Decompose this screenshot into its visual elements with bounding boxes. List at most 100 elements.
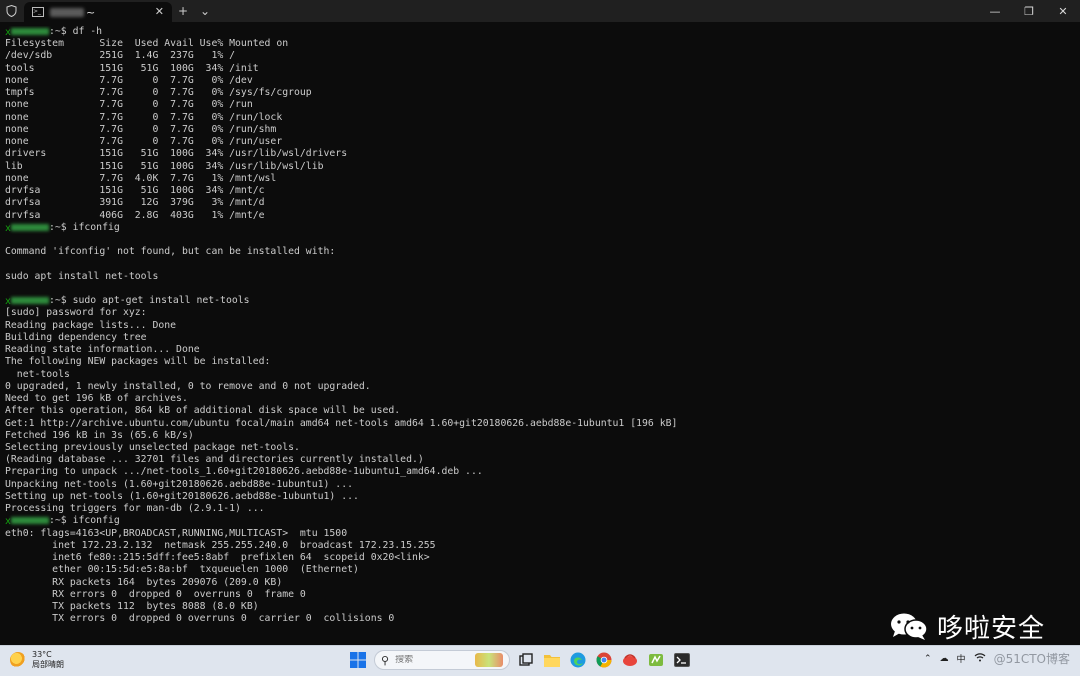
sun-icon [10,652,26,668]
windows-start-icon[interactable] [348,650,368,670]
terminal-output-line: Filesystem Size Used Avail Use% Mounted … [5,38,289,50]
terminal-output-line: none 7.7G 0 7.7G 0% /run/lock [5,111,283,123]
terminal-output-line: Selecting previously unselected package … [5,441,300,453]
terminal-output-line: Need to get 196 kB of archives. [5,393,188,405]
search-icon: ⚲ [381,653,390,667]
terminal-output-line: inet6 fe80::215:5dff:fee5:8abf prefixlen… [5,552,430,564]
terminal-output-line: (Reading database ... 32701 files and di… [5,454,424,466]
terminal-output-line: net-tools [5,368,70,380]
plus-icon[interactable]: + [172,0,194,22]
terminal-app-icon[interactable] [672,650,692,670]
wechat-icon [889,611,929,641]
terminal-output-line: RX errors 0 dropped 0 overruns 0 frame 0 [5,588,306,600]
tab-title-redacted [50,7,84,17]
prompt-command: sudo apt-get install net-tools [72,295,250,307]
taskbar-center: ⚲ [348,650,692,670]
prompt-command: ifconfig [72,515,120,527]
title-bar: >_ ~ ✕ + ⌄ — ❐ ✕ [0,0,1080,22]
terminal-output-line: After this operation, 864 kB of addition… [5,405,401,417]
wifi-icon[interactable] [974,652,986,665]
terminal-output-line: Preparing to unpack .../net-tools_1.60+g… [5,466,483,478]
terminal-output-line: tools 151G 51G 100G 34% /init [5,62,259,74]
search-highlight-icon [475,653,503,667]
terminal-prompt-line: x:~$ ifconfig [5,222,1073,234]
terminal-output-line: Setting up net-tools (1.60+git20180626.a… [5,490,359,502]
terminal-output-line: none 7.7G 0 7.7G 0% /run [5,99,253,111]
terminal-output[interactable]: x:~$ df -h Filesystem Size Used Avail Use… [5,26,1073,638]
minimize-icon[interactable]: — [978,0,1012,22]
prompt-user-redacted: x [5,27,49,38]
cloud-icon[interactable]: ☁ [940,654,949,664]
terminal-output-line: lib 151G 51G 100G 34% /usr/lib/wsl/lib [5,160,324,172]
terminal-output-line: 0 upgraded, 1 newly installed, 0 to remo… [5,380,371,392]
prompt-user-redacted: x [5,516,49,527]
terminal-output-line: none 7.7G 0 7.7G 0% /run/user [5,136,283,148]
terminal-output-line: Fetched 196 kB in 3s (65.6 kB/s) [5,429,194,441]
terminal-output-line: Reading package lists... Done [5,319,177,331]
terminal-output-line: Unpacking net-tools (1.60+git20180626.ae… [5,478,353,490]
terminal-output-line: eth0: flags=4163<UP,BROADCAST,RUNNING,MU… [5,527,348,539]
input-language[interactable]: 中 [957,652,966,665]
prompt-path: :~$ [49,26,73,37]
terminal-output-line: [sudo] password for xyz: [5,307,147,319]
terminal-prompt-line: x:~$ ifconfig [5,515,1073,527]
task-view-icon[interactable] [516,650,536,670]
chrome-icon[interactable] [594,650,614,670]
terminal-output-line: Get:1 http://archive.ubuntu.com/ubuntu f… [5,417,678,429]
search-input[interactable] [395,655,466,665]
terminal-output-line: drvfsa 151G 51G 100G 34% /mnt/c [5,185,265,197]
app-green-icon[interactable] [646,650,666,670]
terminal-output-line: none 7.7G 0 7.7G 0% /dev [5,74,253,86]
close-window-icon[interactable]: ✕ [1046,0,1080,22]
terminal-output-line: inet 172.23.2.132 netmask 255.255.240.0 … [5,539,436,551]
taskbar-search[interactable]: ⚲ [374,650,510,670]
terminal-output-line: The following NEW packages will be insta… [5,356,271,368]
chevron-down-icon[interactable]: ⌄ [194,0,216,22]
terminal-output-line: /dev/sdb 251G 1.4G 237G 1% / [5,50,236,62]
prompt-path: :~$ [49,295,73,307]
tab-terminal[interactable]: >_ ~ ✕ [24,2,172,22]
tab-title: ~ [86,5,96,19]
watermark-text: 哆啦安全 [937,613,1046,644]
prompt-command: df -h [72,26,103,37]
prompt-path: :~$ [49,515,73,527]
terminal-output-line: none 7.7G 0 7.7G 0% /run/shm [5,123,277,135]
chevron-up-icon[interactable]: ⌃ [924,654,932,664]
terminal-output-line: Reading state information... Done [5,344,200,356]
weather-widget[interactable]: 33°C 局部晴朗 [10,650,64,670]
watermark: 哆啦安全 [889,609,1046,644]
title-bar-drag-area[interactable] [216,0,978,22]
terminal-output-line: drvfsa 406G 2.8G 403G 1% /mnt/e [5,209,265,221]
terminal-icon: >_ [32,7,44,17]
tray-watermark: @51CTO博客 [993,652,1070,666]
taskbar: 33°C 局部晴朗 ⚲ 搜索 ⌃ ☁ 中 @51CTO博客 [0,645,1080,676]
terminal-prompt-line: x:~$ sudo apt-get install net-tools [5,295,1073,307]
terminal-output-line: Command 'ifconfig' not found, but can be… [5,246,336,258]
file-explorer-icon[interactable] [542,650,562,670]
terminal-output-line: sudo apt install net-tools [5,270,159,282]
terminal-output-line: ether 00:15:5d:e5:8a:bf txqueuelen 1000 … [5,564,359,576]
terminal-output-line: tmpfs 7.7G 0 7.7G 0% /sys/fs/cgroup [5,87,312,99]
prompt-user-redacted: x [5,223,49,234]
terminal-output-line: Building dependency tree [5,331,147,343]
maximize-icon[interactable]: ❐ [1012,0,1046,22]
edge-icon[interactable] [568,650,588,670]
prompt-user-redacted: x [5,296,49,307]
weather-desc: 局部晴朗 [32,660,64,669]
prompt-command: ifconfig [72,221,120,233]
terminal-output-line: Processing triggers for man-db (2.9.1-1)… [5,503,265,515]
prompt-path: :~$ [49,221,73,233]
terminal-output-line: drivers 151G 51G 100G 34% /usr/lib/wsl/d… [5,148,348,160]
terminal-output-line: RX packets 164 bytes 209076 (209.0 KB) [5,576,283,588]
shield-icon[interactable] [0,0,22,22]
app-red-icon[interactable] [620,650,640,670]
weather-temp: 33°C [32,650,52,659]
terminal-output-line: none 7.7G 4.0K 7.7G 1% /mnt/wsl [5,172,277,184]
system-tray: ⌃ ☁ 中 @51CTO博客 [924,650,1080,667]
close-icon[interactable]: ✕ [155,5,164,18]
terminal-prompt-line: x:~$ df -h [5,26,1073,38]
terminal-output-line: drvfsa 391G 12G 379G 3% /mnt/d [5,197,265,209]
